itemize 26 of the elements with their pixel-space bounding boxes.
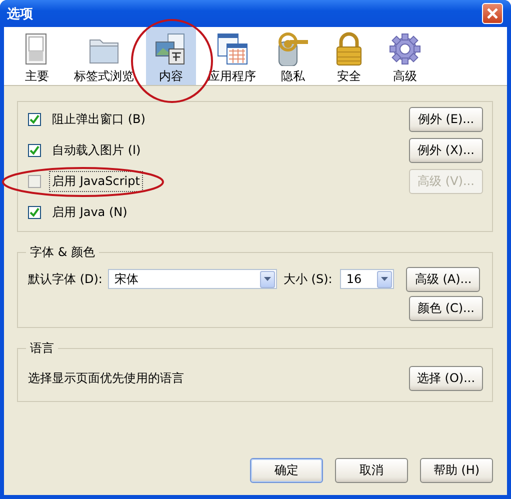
dropdown[interactable]: 宋体 bbox=[108, 269, 278, 289]
tab[interactable]: 安全 bbox=[324, 27, 374, 85]
button[interactable]: 高级 (A)... bbox=[406, 266, 480, 292]
button[interactable]: 确定 bbox=[250, 458, 323, 483]
button[interactable]: 选择 (O)... bbox=[409, 366, 483, 390]
group-title: 语言 bbox=[29, 340, 55, 357]
tab[interactable]: 主要 bbox=[12, 27, 62, 85]
checkbox-label: 自动载入图片 (I) bbox=[51, 142, 142, 159]
group-title: 字体 & 颜色 bbox=[29, 244, 96, 261]
language-description: 选择显示页面优先使用的语言 bbox=[28, 370, 184, 386]
checkbox-label: 启用 JavaScript bbox=[49, 171, 143, 192]
tab[interactable]: 高级 bbox=[380, 27, 430, 85]
button[interactable]: 例外 (E)... bbox=[409, 107, 483, 132]
tab[interactable]: 内容 bbox=[146, 27, 196, 85]
checkbox-label: 阻止弹出窗口 (B) bbox=[51, 111, 146, 128]
window-title: 选项 bbox=[7, 6, 33, 22]
dropdown[interactable]: 16 bbox=[340, 269, 394, 289]
font-label: 默认字体 (D): bbox=[28, 270, 102, 288]
button[interactable]: 颜色 (C)... bbox=[409, 296, 483, 321]
size-label: 大小 (S): bbox=[283, 270, 332, 288]
tab[interactable]: 标签式浏览 bbox=[68, 27, 140, 85]
button[interactable]: 取消 bbox=[335, 458, 408, 483]
button[interactable]: 帮助 (H) bbox=[420, 458, 493, 483]
checkbox-label: 启用 Java (N) bbox=[51, 204, 128, 221]
tab[interactable]: 隐私 bbox=[268, 27, 318, 85]
button[interactable]: 例外 (X)... bbox=[409, 138, 483, 163]
